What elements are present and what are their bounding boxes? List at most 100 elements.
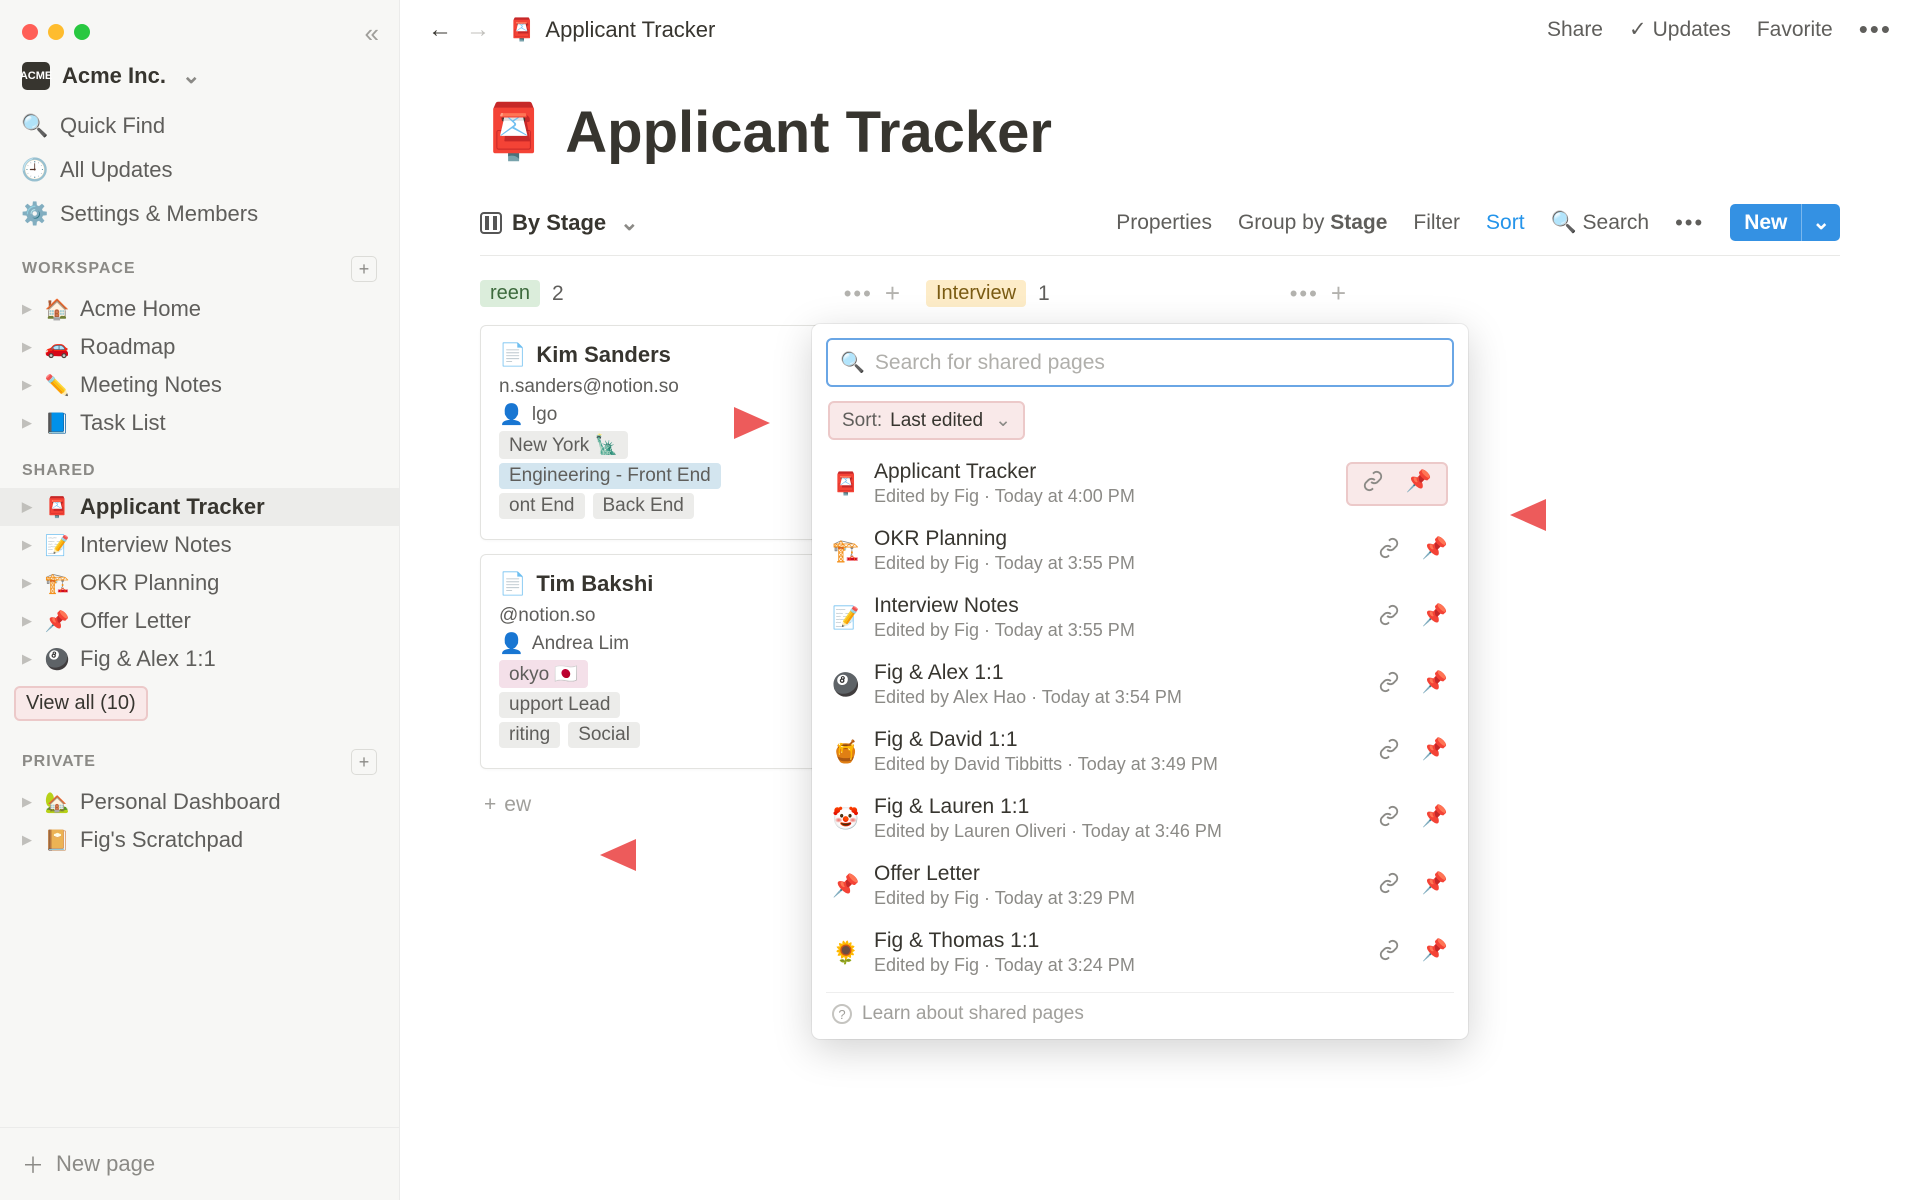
add-private-page[interactable]: + [351,749,377,775]
copy-link-icon[interactable] [1378,537,1400,565]
copy-link-icon[interactable] [1378,604,1400,632]
disclosure-icon[interactable]: ▶ [22,339,32,355]
disclosure-icon[interactable]: ▶ [22,832,32,848]
person-icon: 👤 [499,402,524,427]
copy-link-icon[interactable] [1378,872,1400,900]
disclosure-icon[interactable]: ▶ [22,499,32,515]
sidebar-page[interactable]: ▶ 📮 Applicant Tracker [0,488,399,526]
more-menu[interactable]: ••• [1859,14,1892,45]
sidebar-page[interactable]: ▶ 📘 Task List [0,404,399,442]
sidebar-page[interactable]: ▶ 🏡 Personal Dashboard [0,783,399,821]
sidebar-page[interactable]: ▶ 📌 Offer Letter [0,602,399,640]
all-updates[interactable]: 🕘 All Updates [0,148,399,192]
pin-icon[interactable]: 📌 [1406,470,1432,498]
search-shared-input-wrap[interactable]: 🔍 [826,338,1454,387]
copy-link-icon[interactable] [1378,805,1400,833]
share-button[interactable]: Share [1547,18,1603,42]
shared-page-row[interactable]: 📝 Interview Notes Edited by Fig · Today … [826,584,1454,651]
column-add[interactable]: + [1331,278,1346,309]
column-tag[interactable]: reen [480,280,540,307]
favorite-button[interactable]: Favorite [1757,18,1833,42]
page-emoji-icon[interactable]: 📮 [480,101,547,164]
disclosure-icon[interactable]: ▶ [22,613,32,629]
page-emoji-icon: ✏️ [44,373,70,398]
shared-page-row[interactable]: 🏗️ OKR Planning Edited by Fig · Today at… [826,517,1454,584]
workspace-switcher[interactable]: ACME Acme Inc. ⌄ [0,48,399,104]
settings-members[interactable]: ⚙️ Settings & Members [0,192,399,236]
sidebar-page[interactable]: ▶ 📝 Interview Notes [0,526,399,564]
disclosure-icon[interactable]: ▶ [22,537,32,553]
new-record-button[interactable]: New ⌄ [1730,204,1840,241]
view-more-menu[interactable]: ••• [1675,210,1704,236]
search-button[interactable]: 🔍 Search [1551,211,1650,235]
shared-page-row[interactable]: 🤡 Fig & Lauren 1:1 Edited by Lauren Oliv… [826,785,1454,852]
disclosure-icon[interactable]: ▶ [22,794,32,810]
sort-dropdown[interactable]: Sort: Last edited ⌄ [828,401,1025,440]
shared-page-row[interactable]: 📮 Applicant Tracker Edited by Fig · Toda… [826,450,1454,517]
sort-button[interactable]: Sort [1486,211,1525,235]
group-by-button[interactable]: Group by Stage [1238,211,1387,235]
chevron-down-icon[interactable]: ⌄ [1801,204,1840,241]
pin-icon[interactable]: 📌 [1422,872,1448,900]
page-emoji-icon: 🏗️ [832,538,860,564]
view-all-shared[interactable]: View all (10) [14,686,148,721]
location-chip: New York 🗽 [499,431,628,459]
page-emoji-icon: 🌻 [832,940,860,966]
disclosure-icon[interactable]: ▶ [22,301,32,317]
shared-page-row[interactable]: 🎱 Fig & Alex 1:1 Edited by Alex Hao · To… [826,651,1454,718]
column-count: 2 [552,282,564,306]
disclosure-icon[interactable]: ▶ [22,651,32,667]
window-controls [0,10,399,48]
sidebar-page[interactable]: ▶ 🏠 Acme Home [0,290,399,328]
sidebar-page[interactable]: ▶ 🎱 Fig & Alex 1:1 [0,640,399,678]
pin-icon[interactable]: 📌 [1422,671,1448,699]
maximize-window[interactable] [74,24,90,40]
close-window[interactable] [22,24,38,40]
shared-page-row[interactable]: 🍯 Fig & David 1:1 Edited by David Tibbit… [826,718,1454,785]
learn-link[interactable]: ? Learn about shared pages [826,992,1454,1029]
copy-link-icon[interactable] [1378,939,1400,967]
filter-button[interactable]: Filter [1413,211,1460,235]
page-title-text[interactable]: Applicant Tracker [565,99,1052,166]
pin-icon[interactable]: 📌 [1422,537,1448,565]
shared-page-row[interactable]: 🌻 Fig & Thomas 1:1 Edited by Fig · Today… [826,919,1454,986]
disclosure-icon[interactable]: ▶ [22,415,32,431]
collapse-sidebar-icon[interactable]: « [365,18,379,49]
new-page-button[interactable]: ＋ New page [0,1127,399,1200]
sidebar-page[interactable]: ▶ ✏️ Meeting Notes [0,366,399,404]
disclosure-icon[interactable]: ▶ [22,377,32,393]
quick-find[interactable]: 🔍 Quick Find [0,104,399,148]
pin-icon[interactable]: 📌 [1422,738,1448,766]
search-shared-input[interactable] [875,351,1440,375]
copy-link-icon[interactable] [1362,470,1384,498]
minimize-window[interactable] [48,24,64,40]
copy-link-icon[interactable] [1378,671,1400,699]
new-label: New [1730,205,1801,241]
disclosure-icon[interactable]: ▶ [22,575,32,591]
add-workspace-page[interactable]: + [351,256,377,282]
breadcrumb[interactable]: 📮 Applicant Tracker [508,17,715,43]
shared-page-sub: Edited by Fig · Today at 3:29 PM [874,888,1364,909]
pin-icon[interactable]: 📌 [1422,805,1448,833]
sidebar-page[interactable]: ▶ 🏗️ OKR Planning [0,564,399,602]
card-person: lgo [532,404,557,426]
shared-page-row[interactable]: 📌 Offer Letter Edited by Fig · Today at … [826,852,1454,919]
page-label: Roadmap [80,334,175,360]
column-tag[interactable]: Interview [926,280,1026,307]
column-add[interactable]: + [885,278,900,309]
column-menu[interactable]: ••• [844,281,873,307]
pin-icon[interactable]: 📌 [1422,939,1448,967]
sidebar-page[interactable]: ▶ 🚗 Roadmap [0,328,399,366]
nav-back[interactable]: ← [428,16,452,44]
nav-forward[interactable]: → [466,16,490,44]
properties-button[interactable]: Properties [1116,211,1212,235]
updates-button[interactable]: ✓Updates [1629,17,1731,42]
sidebar-page[interactable]: ▶ 📔 Fig's Scratchpad [0,821,399,859]
sort-label: Sort: [842,410,882,432]
column-menu[interactable]: ••• [1290,281,1319,307]
page-emoji-icon: 🎱 [44,647,70,672]
pin-icon[interactable]: 📌 [1422,604,1448,632]
copy-link-icon[interactable] [1378,738,1400,766]
page-label: Fig & Alex 1:1 [80,646,216,672]
view-picker[interactable]: By Stage ⌄ [480,210,639,236]
